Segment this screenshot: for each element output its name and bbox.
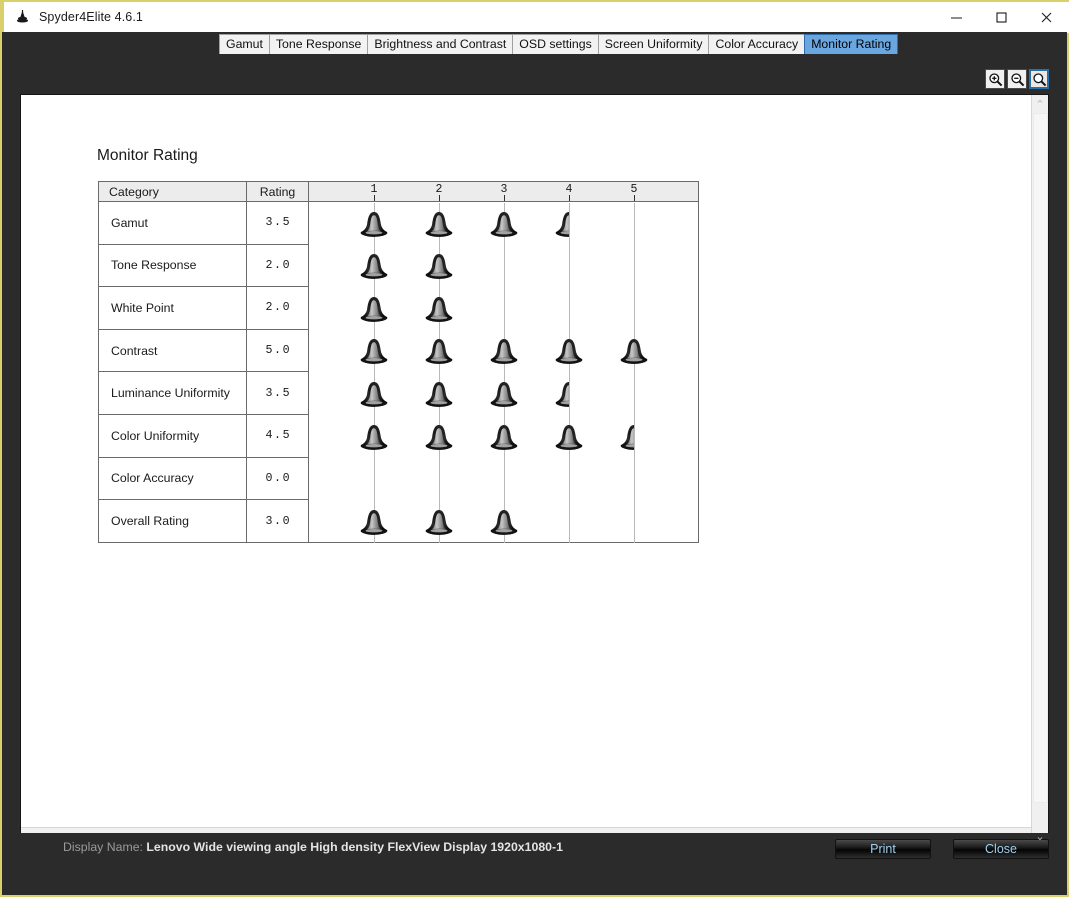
application-window: Spyder4Elite 4.6.1 Gamut Tone Response B… — [0, 0, 1069, 897]
rating-bell-icon — [552, 335, 586, 369]
maximize-button[interactable] — [979, 1, 1024, 33]
title-bar: Spyder4Elite 4.6.1 — [2, 0, 1069, 33]
rating-value: 3.0 — [265, 514, 292, 528]
rating-bell-icon — [357, 208, 391, 242]
scale-tick-mark — [374, 195, 375, 201]
chart-row — [309, 288, 698, 331]
rating-bell-icon — [357, 421, 391, 455]
rating-value: 2.0 — [247, 287, 308, 330]
rating-bell-half-icon — [617, 421, 634, 455]
zoom-out-icon[interactable] — [1007, 69, 1027, 89]
rating-bell-icon — [422, 335, 456, 369]
rating-bell-icon — [422, 378, 456, 412]
table-row: Tone Response — [99, 245, 246, 288]
print-button[interactable]: Print — [835, 839, 931, 859]
table-row: Gamut — [99, 202, 246, 245]
table-row: Color Uniformity — [99, 415, 246, 458]
rating-bell-icon — [487, 421, 521, 455]
vertical-scrollbar[interactable]: ⌃ ⌄ — [1031, 95, 1048, 845]
display-name: Display Name: Lenovo Wide viewing angle … — [63, 840, 563, 854]
chart-row — [309, 416, 698, 459]
window-controls — [934, 1, 1069, 33]
table-row: White Point — [99, 287, 246, 330]
rating-value: 4.5 — [247, 415, 308, 458]
chart-row — [309, 501, 698, 544]
rating-bell-icon — [422, 506, 456, 540]
document-viewport: Monitor Rating Category Gamut Tone Respo… — [20, 94, 1049, 866]
window-title: Spyder4Elite 4.6.1 — [39, 10, 143, 24]
scroll-down-icon[interactable]: ⌄ — [1035, 827, 1044, 845]
monitor-rating-table: Category Gamut Tone Response White Point… — [98, 181, 699, 543]
content-panel: Monitor Rating Category Gamut Tone Respo… — [2, 54, 1067, 866]
action-buttons: Print Close — [835, 839, 1049, 859]
rating-bell-icon — [422, 250, 456, 284]
rating-bell-half-icon — [552, 378, 569, 412]
rating-bell-icon — [487, 378, 521, 412]
rating-bell-icon — [487, 208, 521, 242]
chart-row — [309, 373, 698, 416]
zoom-toolbar — [985, 69, 1049, 89]
scale-tick-mark — [569, 195, 570, 201]
column-header-rating: Rating — [247, 182, 308, 202]
tab-bar: Gamut Tone Response Brightness and Contr… — [2, 32, 1067, 54]
tab-monitor-rating[interactable]: Monitor Rating — [804, 34, 899, 54]
rating-bell-icon — [422, 293, 456, 327]
rating-bell-icon — [357, 335, 391, 369]
rating-bell-icon — [357, 378, 391, 412]
scale-tick-mark — [504, 195, 505, 201]
table-row: Color Accuracy — [99, 458, 246, 501]
scale-tick-mark — [634, 195, 635, 201]
rating-chart: 12345 — [309, 182, 698, 544]
status-bar: Display Name: Lenovo Wide viewing angle … — [2, 833, 1067, 895]
rating-bell-icon — [487, 506, 521, 540]
rating-bell-icon — [357, 506, 391, 540]
chart-row — [309, 331, 698, 374]
tab-tone-response[interactable]: Tone Response — [268, 34, 369, 54]
display-name-label: Display Name: — [63, 840, 143, 854]
rating-bell-icon — [617, 335, 651, 369]
column-header-category: Category — [99, 182, 246, 202]
tab-brightness-and-contrast[interactable]: Brightness and Contrast — [367, 34, 514, 54]
rating-bell-half-icon — [552, 208, 569, 242]
tab-screen-uniformity[interactable]: Screen Uniformity — [597, 34, 710, 54]
report-page: Monitor Rating Category Gamut Tone Respo… — [21, 95, 1031, 845]
rating-value: 3.5 — [247, 202, 308, 245]
table-row: Overall Rating — [111, 514, 189, 529]
rating-bell-icon — [357, 250, 391, 284]
spyder-icon — [13, 8, 31, 26]
table-row: Contrast — [99, 330, 246, 373]
rating-value: 3.5 — [247, 372, 308, 415]
scroll-thumb[interactable] — [1033, 113, 1048, 803]
rating-value: 0.0 — [247, 458, 308, 501]
rating-column: Rating 3.5 2.0 2.0 5.0 3.5 4.5 0.0 3.0 — [247, 182, 309, 542]
chart-row — [309, 203, 698, 246]
rating-value: 2.0 — [247, 245, 308, 288]
rating-bell-icon — [487, 335, 521, 369]
zoom-in-icon[interactable] — [985, 69, 1005, 89]
chart-row — [309, 459, 698, 502]
rating-value: 5.0 — [247, 330, 308, 373]
close-button[interactable] — [1024, 1, 1069, 33]
scale-tick-mark — [439, 195, 440, 201]
scale-header: 12345 — [309, 182, 698, 202]
rating-bell-icon — [552, 421, 586, 455]
chart-row — [309, 246, 698, 289]
tab-osd-settings[interactable]: OSD settings — [512, 34, 599, 54]
tab-gamut[interactable]: Gamut — [219, 34, 270, 54]
display-name-value: Lenovo Wide viewing angle High density F… — [146, 840, 563, 854]
table-row: Luminance Uniformity — [99, 372, 246, 415]
tab-color-accuracy[interactable]: Color Accuracy — [708, 34, 806, 54]
rating-bell-icon — [422, 421, 456, 455]
category-column: Category Gamut Tone Response White Point… — [99, 182, 247, 542]
rating-bell-icon — [422, 208, 456, 242]
rating-bell-icon — [357, 293, 391, 327]
page-title: Monitor Rating — [97, 147, 198, 164]
scroll-up-icon[interactable]: ⌃ — [1035, 95, 1044, 113]
minimize-button[interactable] — [934, 1, 979, 33]
zoom-actual-icon[interactable] — [1029, 69, 1049, 89]
